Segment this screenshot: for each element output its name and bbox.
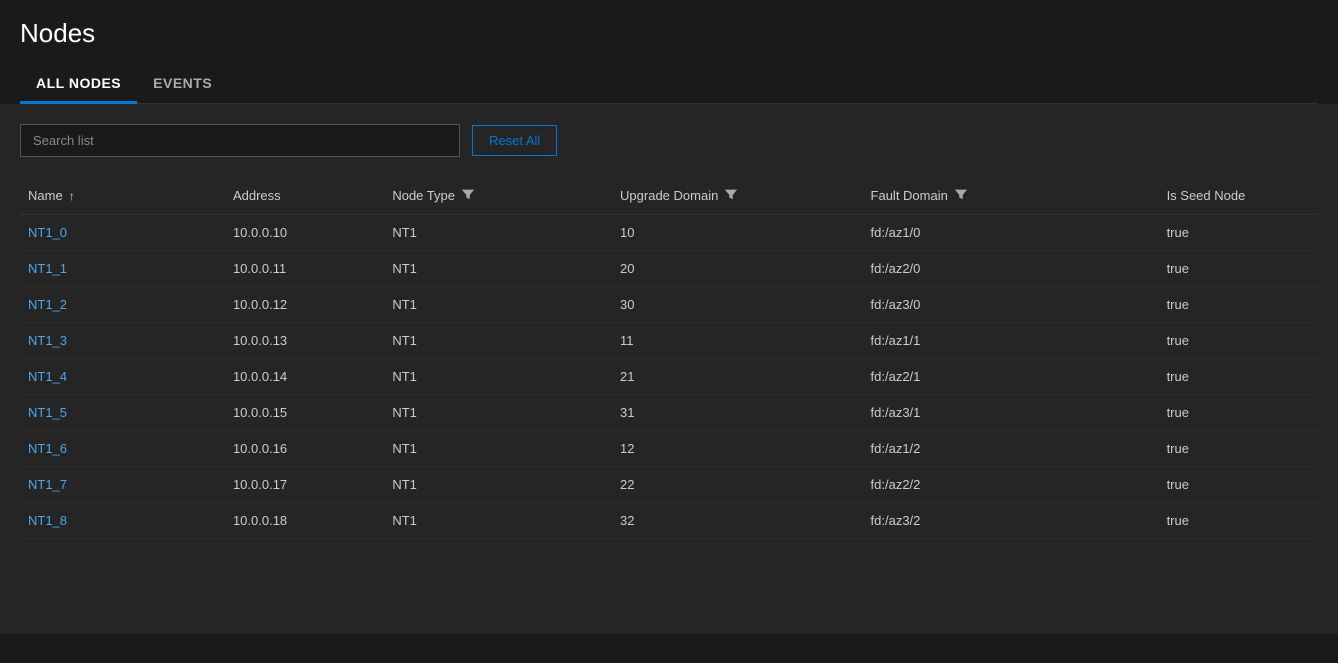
cell-node-type: NT1: [384, 467, 612, 503]
cell-seed-node: true: [1159, 359, 1318, 395]
cell-address: 10.0.0.17: [225, 467, 384, 503]
cell-fault-domain: fd:/az2/0: [863, 251, 1159, 287]
cell-name: NT1_1: [20, 251, 225, 287]
cell-node-type: NT1: [384, 503, 612, 539]
cell-upgrade-domain: 30: [612, 287, 862, 323]
table-row: NT1_4 10.0.0.14NT121fd:/az2/1true: [20, 359, 1318, 395]
cell-name: NT1_4: [20, 359, 225, 395]
cell-name: NT1_5: [20, 395, 225, 431]
upgrade-domain-filter-icon[interactable]: [724, 187, 738, 204]
cell-fault-domain: fd:/az3/0: [863, 287, 1159, 323]
cell-name: NT1_8: [20, 503, 225, 539]
cell-address: 10.0.0.18: [225, 503, 384, 539]
cell-fault-domain: fd:/az3/1: [863, 395, 1159, 431]
cell-address: 10.0.0.16: [225, 431, 384, 467]
table-row: NT1_0 10.0.0.10NT110fd:/az1/0true: [20, 215, 1318, 251]
cell-upgrade-domain: 20: [612, 251, 862, 287]
cell-node-type: NT1: [384, 215, 612, 251]
node-link[interactable]: NT1_0: [28, 225, 67, 240]
search-input[interactable]: [20, 124, 460, 157]
cell-address: 10.0.0.12: [225, 287, 384, 323]
cell-name: NT1_7: [20, 467, 225, 503]
table-row: NT1_3 10.0.0.13NT111fd:/az1/1true: [20, 323, 1318, 359]
col-header-upgrade-domain: Upgrade Domain: [612, 177, 862, 215]
cell-upgrade-domain: 32: [612, 503, 862, 539]
nodes-table: Name ↑ Address Node Type: [20, 177, 1318, 539]
cell-node-type: NT1: [384, 251, 612, 287]
content-area: Reset All Name ↑ Address Node Typ: [0, 104, 1338, 634]
cell-node-type: NT1: [384, 287, 612, 323]
cell-address: 10.0.0.11: [225, 251, 384, 287]
table-row: NT1_1 10.0.0.11NT120fd:/az2/0true: [20, 251, 1318, 287]
cell-upgrade-domain: 11: [612, 323, 862, 359]
table-row: NT1_7 10.0.0.17NT122fd:/az2/2true: [20, 467, 1318, 503]
cell-seed-node: true: [1159, 503, 1318, 539]
cell-address: 10.0.0.13: [225, 323, 384, 359]
cell-upgrade-domain: 31: [612, 395, 862, 431]
cell-node-type: NT1: [384, 431, 612, 467]
tab-bar: ALL NODES EVENTS: [20, 65, 1318, 104]
col-header-address: Address: [225, 177, 384, 215]
tab-all-nodes[interactable]: ALL NODES: [20, 65, 137, 104]
cell-fault-domain: fd:/az2/2: [863, 467, 1159, 503]
page-title: Nodes: [20, 18, 1318, 49]
col-header-seed-node: Is Seed Node: [1159, 177, 1318, 215]
cell-seed-node: true: [1159, 251, 1318, 287]
node-link[interactable]: NT1_3: [28, 333, 67, 348]
table-row: NT1_8 10.0.0.18NT132fd:/az3/2true: [20, 503, 1318, 539]
cell-address: 10.0.0.10: [225, 215, 384, 251]
node-link[interactable]: NT1_8: [28, 513, 67, 528]
col-header-fault-domain: Fault Domain: [863, 177, 1159, 215]
sort-ascending-icon[interactable]: ↑: [69, 189, 75, 203]
node-link[interactable]: NT1_7: [28, 477, 67, 492]
col-header-name: Name ↑: [20, 177, 225, 215]
node-link[interactable]: NT1_4: [28, 369, 67, 384]
table-row: NT1_2 10.0.0.12NT130fd:/az3/0true: [20, 287, 1318, 323]
cell-upgrade-domain: 12: [612, 431, 862, 467]
cell-fault-domain: fd:/az1/2: [863, 431, 1159, 467]
node-link[interactable]: NT1_1: [28, 261, 67, 276]
cell-node-type: NT1: [384, 359, 612, 395]
cell-address: 10.0.0.14: [225, 359, 384, 395]
cell-upgrade-domain: 10: [612, 215, 862, 251]
table-row: NT1_6 10.0.0.16NT112fd:/az1/2true: [20, 431, 1318, 467]
cell-seed-node: true: [1159, 467, 1318, 503]
table-body: NT1_010.0.0.10NT110fd:/az1/0trueNT1_110.…: [20, 215, 1318, 539]
cell-name: NT1_6: [20, 431, 225, 467]
cell-fault-domain: fd:/az3/2: [863, 503, 1159, 539]
cell-seed-node: true: [1159, 395, 1318, 431]
cell-seed-node: true: [1159, 323, 1318, 359]
cell-fault-domain: fd:/az1/0: [863, 215, 1159, 251]
cell-seed-node: true: [1159, 431, 1318, 467]
cell-fault-domain: fd:/az1/1: [863, 323, 1159, 359]
cell-fault-domain: fd:/az2/1: [863, 359, 1159, 395]
toolbar: Reset All: [20, 124, 1318, 157]
cell-seed-node: true: [1159, 215, 1318, 251]
cell-name: NT1_2: [20, 287, 225, 323]
cell-upgrade-domain: 21: [612, 359, 862, 395]
cell-node-type: NT1: [384, 323, 612, 359]
node-type-filter-icon[interactable]: [461, 187, 475, 204]
node-link[interactable]: NT1_2: [28, 297, 67, 312]
col-header-node-type: Node Type: [384, 177, 612, 215]
fault-domain-filter-icon[interactable]: [954, 187, 968, 204]
cell-address: 10.0.0.15: [225, 395, 384, 431]
node-link[interactable]: NT1_6: [28, 441, 67, 456]
tab-events[interactable]: EVENTS: [137, 65, 228, 104]
node-link[interactable]: NT1_5: [28, 405, 67, 420]
cell-name: NT1_0: [20, 215, 225, 251]
cell-seed-node: true: [1159, 287, 1318, 323]
cell-node-type: NT1: [384, 395, 612, 431]
table-row: NT1_5 10.0.0.15NT131fd:/az3/1true: [20, 395, 1318, 431]
cell-name: NT1_3: [20, 323, 225, 359]
cell-upgrade-domain: 22: [612, 467, 862, 503]
reset-all-button[interactable]: Reset All: [472, 125, 557, 156]
table-header-row: Name ↑ Address Node Type: [20, 177, 1318, 215]
